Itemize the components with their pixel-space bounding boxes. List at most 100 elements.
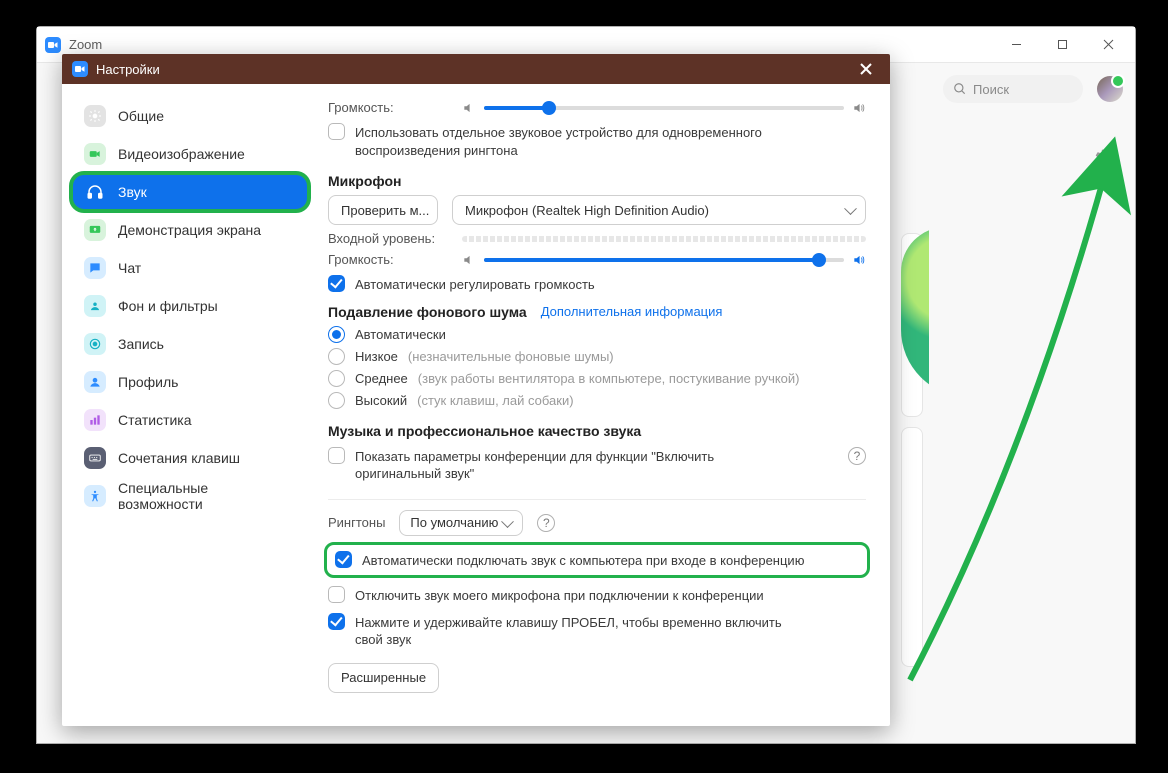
profile-icon [84,371,106,393]
chat-icon [84,257,106,279]
close-icon [859,62,873,76]
sidebar-item-label: Статистика [118,412,192,428]
mic-volume-slider[interactable] [484,258,844,262]
modal-header: Настройки [62,54,890,84]
share-screen-icon [84,219,106,241]
radio-label: Высокий [355,393,407,408]
background-icon [84,295,106,317]
modal-close-button[interactable] [852,55,880,83]
radio-hint: (стук клавиш, лай собаки) [417,393,573,408]
input-level-meter [462,236,866,242]
highlighted-option: Автоматически подключать звук с компьюте… [324,542,870,579]
video-icon [84,143,106,165]
test-mic-button[interactable]: Проверить м... [328,195,438,225]
sidebar-item-shortcuts[interactable]: Сочетания клавиш [72,440,308,476]
auto-join-audio-label: Автоматически подключать звук с компьюте… [362,551,804,570]
noise-high-radio[interactable] [328,392,345,409]
sidebar-item-background[interactable]: Фон и фильтры [72,288,308,324]
zoom-logo-icon [45,37,61,53]
advanced-button[interactable]: Расширенные [328,663,439,693]
help-icon[interactable]: ? [537,514,555,532]
noise-auto-radio[interactable] [328,326,345,343]
headphones-icon [84,181,106,203]
speaker-volume-slider[interactable] [484,106,844,110]
keyboard-icon [84,447,106,469]
record-icon [84,333,106,355]
search-input[interactable]: Поиск [943,75,1083,103]
sidebar-item-recording[interactable]: Запись [72,326,308,362]
ringtone-value: По умолчанию [410,515,498,530]
minimize-button[interactable] [993,27,1039,63]
sidebar-item-label: Чат [118,260,141,276]
auto-adjust-volume-checkbox[interactable] [328,275,345,292]
radio-hint: (звук работы вентилятора в компьютере, п… [418,371,800,386]
settings-sidebar: Общие Видеоизображение Звук Демонстрация… [62,84,318,726]
settings-modal: Настройки Общие Видеоизображение Звук Де… [62,54,890,726]
speaker-volume-label: Громкость: [328,100,448,115]
hold-space-label: Нажмите и удерживайте клавишу ПРОБЕЛ, чт… [355,613,795,649]
mic-volume-label: Громкость: [328,252,448,267]
decorative-blob [901,227,929,397]
help-icon[interactable]: ? [848,447,866,465]
gear-icon [84,105,106,127]
noise-low-radio[interactable] [328,348,345,365]
radio-label: Среднее [355,371,408,386]
sidebar-item-label: Фон и фильтры [118,298,218,314]
close-window-button[interactable] [1085,27,1131,63]
speaker-high-icon [852,101,866,115]
search-placeholder: Поиск [973,82,1009,97]
radio-label: Автоматически [355,327,446,342]
original-sound-label: Показать параметры конференции для функц… [355,447,775,483]
microphone-section-title: Микрофон [328,173,866,189]
sidebar-item-accessibility[interactable]: Специальные возможности [72,478,308,514]
settings-content[interactable]: Громкость: Использовать отдельное звуков… [318,84,890,726]
music-section-title: Музыка и профессиональное качество звука [328,423,866,439]
auto-adjust-label: Автоматически регулировать громкость [355,275,595,294]
gear-icon [1094,148,1114,168]
speaker-high-icon [852,253,866,267]
accessibility-icon [84,485,106,507]
separate-ringtone-label: Использовать отдельное звуковое устройст… [355,123,866,159]
sidebar-item-audio[interactable]: Звук [72,174,308,210]
input-level-label: Входной уровень: [328,231,448,246]
sidebar-item-label: Звук [118,184,147,200]
sidebar-item-label: Демонстрация экрана [118,222,261,238]
mute-on-join-label: Отключить звук моего микрофона при подкл… [355,586,764,605]
sidebar-item-label: Запись [118,336,164,352]
mic-device-value: Микрофон (Realtek High Definition Audio) [465,203,709,218]
separate-ringtone-checkbox[interactable] [328,123,345,140]
microphone-device-select[interactable]: Микрофон (Realtek High Definition Audio) [452,195,866,225]
stats-icon [84,409,106,431]
zoom-logo-icon [72,61,88,77]
speaker-low-icon [462,101,476,115]
original-sound-checkbox[interactable] [328,447,345,464]
mute-on-join-checkbox[interactable] [328,586,345,603]
sidebar-item-label: Общие [118,108,164,124]
noise-info-link[interactable]: Дополнительная информация [541,304,723,319]
sidebar-item-label: Сочетания клавиш [118,450,240,466]
window-title: Zoom [69,37,102,52]
ringtones-label: Рингтоны [328,515,385,530]
sidebar-item-statistics[interactable]: Статистика [72,402,308,438]
sidebar-item-label: Специальные возможности [118,480,296,512]
maximize-button[interactable] [1039,27,1085,63]
auto-join-audio-checkbox[interactable] [335,551,352,568]
sidebar-item-general[interactable]: Общие [72,98,308,134]
background-card [901,427,923,667]
sidebar-item-chat[interactable]: Чат [72,250,308,286]
speaker-low-icon [462,253,476,267]
settings-gear-button[interactable] [1091,145,1117,171]
noise-section-title: Подавление фонового шума [328,304,527,320]
hold-space-checkbox[interactable] [328,613,345,630]
modal-title: Настройки [96,62,160,77]
ringtone-select[interactable]: По умолчанию [399,510,523,536]
noise-medium-radio[interactable] [328,370,345,387]
radio-hint: (незначительные фоновые шумы) [408,349,614,364]
sidebar-item-share-screen[interactable]: Демонстрация экрана [72,212,308,248]
avatar[interactable] [1097,76,1123,102]
sidebar-item-label: Видеоизображение [118,146,245,162]
radio-label: Низкое [355,349,398,364]
sidebar-item-label: Профиль [118,374,178,390]
sidebar-item-profile[interactable]: Профиль [72,364,308,400]
sidebar-item-video[interactable]: Видеоизображение [72,136,308,172]
